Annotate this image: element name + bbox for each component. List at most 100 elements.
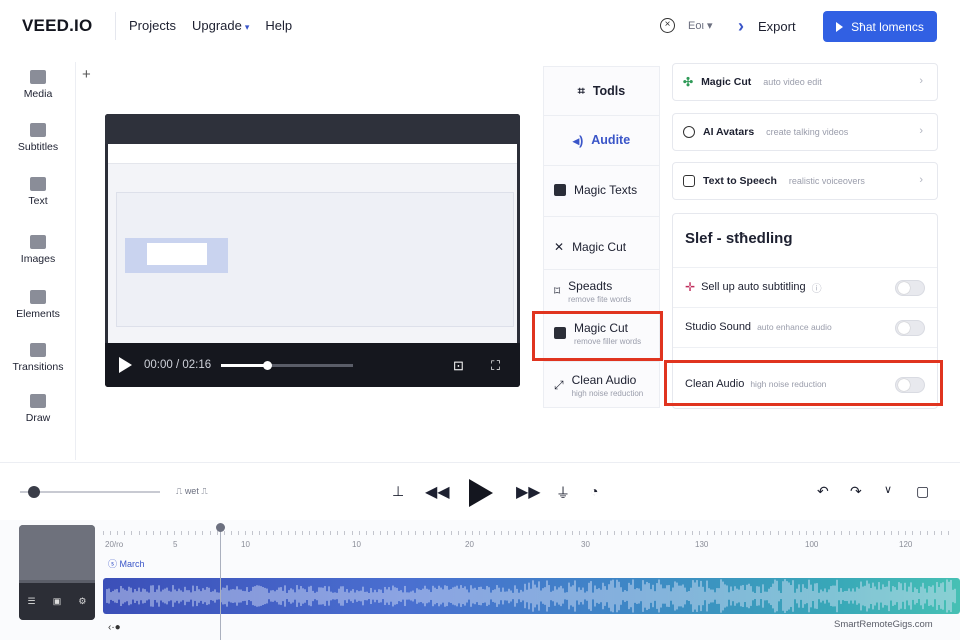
screenshot-icon[interactable]: ⊡: [453, 358, 464, 374]
settings-icon[interactable]: ⚙: [78, 596, 86, 607]
ruler-tick: [798, 531, 800, 535]
audio-track[interactable]: [103, 578, 960, 614]
ruler-tick: [181, 531, 183, 535]
playhead-handle[interactable]: [216, 523, 225, 532]
close-icon[interactable]: ×: [660, 18, 675, 33]
left-sidebar: Media Subtitles Text Images Elements Tra…: [0, 62, 76, 460]
tool-label: Audite: [591, 133, 631, 147]
playhead[interactable]: [220, 525, 221, 640]
studio-sound-toggle[interactable]: [895, 320, 925, 336]
feature-ai-avatars[interactable]: AI Avatars create talking videos ›: [672, 113, 938, 151]
record-icon[interactable]: ⏚: [556, 483, 570, 503]
ruler-tick: [841, 531, 843, 535]
timeline-marker[interactable]: ⓢ March: [108, 557, 145, 570]
folder-icon: [554, 184, 566, 196]
ruler-tick: [379, 531, 381, 535]
tool-clean-audio[interactable]: ⤢ Clean Audio high noise reduction: [544, 371, 659, 399]
subtitling-title: Slef - stħedling: [685, 230, 793, 247]
ruler-tick: [770, 531, 772, 535]
tool-label: Magic Cut: [574, 320, 629, 335]
sidebar-item-media[interactable]: Media: [0, 70, 76, 100]
export-label: Export: [758, 19, 796, 34]
ruler-tick: [855, 531, 857, 535]
checkbox-icon: [683, 175, 695, 187]
video-scrubber-handle[interactable]: [263, 361, 273, 370]
toggle-desc: auto enhance audio: [757, 322, 832, 332]
redo-icon[interactable]: ↷: [850, 483, 862, 500]
add-icon[interactable]: +: [82, 66, 91, 83]
menu-icon[interactable]: ☰: [28, 596, 36, 607]
loop-icon[interactable]: ◔: [590, 483, 598, 499]
rewind-icon[interactable]: ◀◀: [425, 482, 450, 502]
ruler-tick: [678, 531, 680, 535]
ruler-tick: [316, 531, 317, 535]
sidebar-item-transitions[interactable]: Transitions: [0, 343, 76, 373]
play-icon[interactable]: [119, 357, 132, 373]
sidebar-item-elements[interactable]: Elements: [0, 290, 76, 320]
feature-desc: auto video edit: [763, 77, 822, 87]
ruler-tick: [117, 531, 119, 535]
ruler-tick: [152, 531, 154, 535]
ruler-tick: [521, 531, 523, 535]
chevron-down-icon[interactable]: ∨: [884, 483, 892, 496]
elements-icon: [30, 290, 46, 304]
nav-upgrade[interactable]: Upgrade ▾: [192, 18, 249, 33]
tool-magic-cut[interactable]: ✕ Magic Cut: [544, 237, 659, 257]
nav-projects[interactable]: Projects: [129, 18, 176, 33]
auto-subtitling-toggle[interactable]: [895, 280, 925, 296]
tools-header-label: Todls: [592, 84, 626, 98]
tool-audio[interactable]: ◂) Audite: [544, 130, 659, 150]
sidebar-item-label: Transitions: [12, 361, 64, 373]
tool-magic-cut-filler[interactable]: Magic Cut remove filler words: [544, 319, 659, 347]
divider: [544, 269, 659, 270]
undo-icon[interactable]: ↶: [817, 483, 829, 500]
ruler-tick: [174, 531, 175, 535]
sidebar-item-label: Subtitles: [17, 141, 59, 153]
start-button[interactable]: Sħat lomencs: [823, 11, 937, 42]
tool-speadts[interactable]: ⌑ Speadts remove fite words: [544, 277, 659, 305]
clean-audio-toggle[interactable]: [895, 377, 925, 393]
ruler-tick: [223, 531, 225, 535]
ruler-tick: [834, 531, 836, 535]
ruler-tick: [351, 531, 353, 535]
ruler-tick: [891, 531, 893, 535]
add-marker-icon[interactable]: ⊥: [392, 483, 404, 500]
fast-forward-icon[interactable]: ▶▶: [516, 482, 541, 502]
ruler-tick: [713, 531, 715, 535]
sidebar-item-draw[interactable]: Draw: [0, 394, 76, 424]
sidebar-item-subtitles[interactable]: Subtitles: [0, 123, 76, 153]
toggle-label: Studio Sound: [685, 321, 752, 333]
edit-dropdown[interactable]: Eoι ▾: [688, 19, 712, 32]
app-logo[interactable]: VEED.IO: [22, 16, 92, 36]
image-icon[interactable]: ▣: [53, 596, 62, 607]
feature-text-to-speech[interactable]: Text to Speech realistic voiceovers ›: [672, 162, 938, 200]
export-button[interactable]: › Export: [738, 16, 796, 37]
tool-magic-texts[interactable]: Magic Texts: [544, 180, 659, 200]
toggle-label: Clean Audio: [685, 378, 745, 390]
sidebar-item-images[interactable]: Images: [0, 235, 76, 265]
feature-title: AI Avatars: [703, 126, 755, 138]
toggle-row-clean-audio: Clean Audio high noise reduction: [673, 364, 937, 404]
ruler-tick: [252, 531, 254, 535]
nav-help[interactable]: Help: [265, 18, 292, 33]
ruler-tick: [237, 531, 239, 535]
clip-thumbnail[interactable]: ☰ ▣ ⚙: [19, 525, 95, 620]
track-collapse-control[interactable]: ‹·●: [108, 622, 121, 633]
zoom-handle[interactable]: [28, 486, 40, 498]
play-button[interactable]: [469, 479, 493, 507]
video-browser-chrome: [105, 114, 520, 144]
video-scrubber[interactable]: [221, 361, 353, 370]
chevron-right-icon: ›: [738, 16, 744, 36]
split-control[interactable]: ⎍ wet ⎍: [176, 486, 208, 497]
divider: [673, 347, 937, 348]
video-page-content: [108, 144, 517, 343]
fullscreen-icon[interactable]: ⛶: [491, 358, 500, 374]
header-divider: [115, 12, 116, 40]
timeline-ruler[interactable]: 20/ro 5 10 10 20 30 130 100 120: [103, 525, 960, 555]
zoom-slider[interactable]: [20, 491, 160, 493]
sidebar-item-text[interactable]: Text: [0, 177, 76, 207]
feature-magic-cut[interactable]: ✣ Magic Cut auto video edit ›: [672, 63, 938, 101]
divider: [544, 361, 659, 362]
video-preview[interactable]: 00:00 / 02:16 ⊡ ⛶: [105, 114, 520, 387]
document-icon[interactable]: ▢: [916, 483, 929, 500]
